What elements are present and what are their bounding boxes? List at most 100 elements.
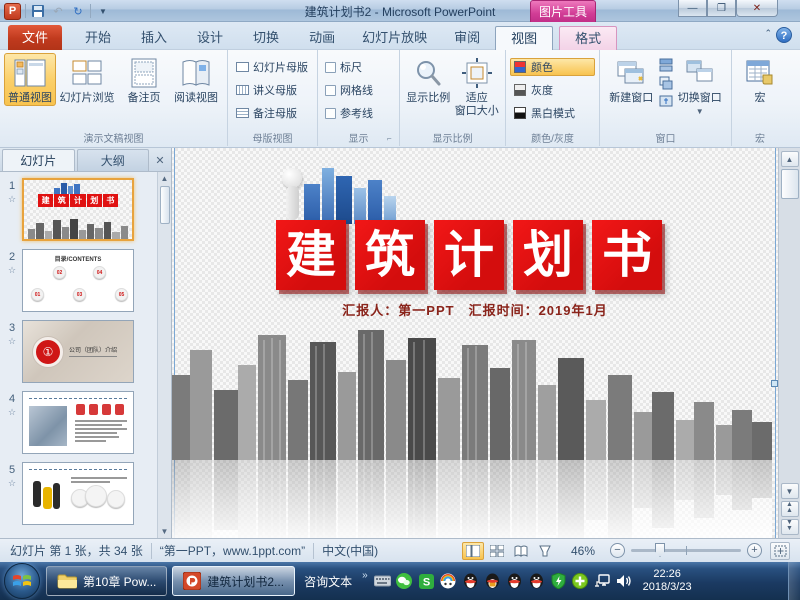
slide-thumbnail-1[interactable]: 1☆ 建筑计划书 xyxy=(2,178,155,241)
tab-view[interactable]: 视图 xyxy=(495,26,553,50)
qq-tray-icon-4[interactable] xyxy=(528,573,545,590)
input-bear-tray-icon[interactable] xyxy=(440,573,457,590)
show-desktop-button[interactable] xyxy=(788,562,800,600)
tab-transitions[interactable]: 切换 xyxy=(238,26,294,50)
thumb4-photo xyxy=(29,406,67,446)
scroll-down-icon[interactable]: ▼ xyxy=(159,525,171,538)
volume-tray-icon[interactable] xyxy=(616,573,633,590)
new-window-button[interactable]: 新建窗口 xyxy=(604,53,659,106)
handout-master-button[interactable]: 讲义母版 xyxy=(232,81,313,99)
show-dialog-launcher-icon[interactable]: ⌐ xyxy=(387,134,397,144)
tray-overflow-icon[interactable]: » xyxy=(362,570,368,581)
tab-file[interactable]: 文件 xyxy=(8,25,62,50)
black-white-button[interactable]: 黑白模式 xyxy=(510,104,595,122)
tab-home[interactable]: 开始 xyxy=(70,26,126,50)
taskbar: 第10章 Pow... 建筑计划书2... 咨询文本 » S xyxy=(0,562,800,600)
editor-scrollbar[interactable]: ▲ ▼ ▲▲ ▼▼ xyxy=(778,148,800,538)
macros-button[interactable]: 宏 xyxy=(736,53,784,106)
notes-page-button[interactable]: 备注页 xyxy=(118,53,170,106)
guides-checkbox-box xyxy=(325,108,336,119)
window-controls: — ❐ ✕ xyxy=(678,0,778,17)
tab-review[interactable]: 审阅 xyxy=(439,26,495,50)
thumb5-textlines xyxy=(71,477,127,485)
taskbar-folder-button[interactable]: 第10章 Pow... xyxy=(46,566,167,596)
cascade-windows-icon[interactable] xyxy=(659,76,673,90)
move-split-icon[interactable] xyxy=(659,94,673,108)
minimize-button[interactable]: — xyxy=(678,0,707,17)
arrange-all-icon[interactable] xyxy=(659,58,673,72)
zoom-out-icon[interactable]: − xyxy=(610,543,625,558)
pane-close-icon[interactable]: ✕ xyxy=(151,151,169,171)
status-bar: 幻灯片 第 1 张，共 34 张 “第一PPT，www.1ppt.com” 中文… xyxy=(0,538,800,562)
language-status[interactable]: 中文(中国) xyxy=(322,542,378,559)
slide-title[interactable]: 建 筑 计 划 书 xyxy=(276,220,662,290)
network-tray-icon[interactable] xyxy=(594,573,611,590)
fit-slide-to-window-icon[interactable] xyxy=(770,542,790,560)
pane-scrollbar[interactable]: ▲ ▼ xyxy=(157,172,171,538)
tab-format[interactable]: 格式 xyxy=(559,26,617,50)
shield-tray-icon[interactable] xyxy=(550,573,567,590)
slide-subtitle[interactable]: 汇报人：第一PPT 汇报时间：2019年1月 xyxy=(232,300,718,319)
previous-slide-icon[interactable]: ▲▲ xyxy=(781,501,799,517)
slide-hero-graphic[interactable] xyxy=(280,162,400,224)
selection-handle-right[interactable] xyxy=(771,380,778,387)
slide-sorter-shortcut[interactable] xyxy=(486,542,508,560)
thumb2-diagram: 01 02 03 04 05 xyxy=(31,266,125,302)
slide-thumbnail-3[interactable]: 3☆ ① 公司（团队）介绍 xyxy=(2,320,155,383)
scroll-up-icon[interactable]: ▲ xyxy=(781,151,799,167)
scroll-up-icon[interactable]: ▲ xyxy=(159,172,171,185)
editor-scroll-thumb[interactable] xyxy=(781,169,799,199)
tab-insert[interactable]: 插入 xyxy=(126,26,182,50)
taskbar-powerpoint-button[interactable]: 建筑计划书2... xyxy=(172,566,295,596)
guides-checkbox[interactable]: 参考线 xyxy=(322,104,395,122)
zoom-track[interactable] xyxy=(631,549,741,552)
reading-view-button[interactable]: 阅读视图 xyxy=(170,53,222,106)
zoom-in-icon[interactable]: + xyxy=(747,543,762,558)
reading-view-shortcut[interactable] xyxy=(510,542,532,560)
qq-tray-icon-1[interactable] xyxy=(462,573,479,590)
slide-canvas[interactable]: 建 筑 计 划 书 汇报人：第一PPT 汇报时间：2019年1月 xyxy=(172,148,778,538)
gridlines-checkbox[interactable]: 网格线 xyxy=(322,81,395,99)
ruler-checkbox[interactable]: 标尺 xyxy=(322,58,395,76)
slide-master-button[interactable]: 幻灯片母版 xyxy=(232,58,313,76)
slide-thumbnail-4[interactable]: 4☆ xyxy=(2,391,155,454)
zoom-percentage[interactable]: 46% xyxy=(564,544,602,558)
tab-slideshow[interactable]: 幻灯片放映 xyxy=(350,26,439,50)
slide-sorter-button[interactable]: 幻灯片浏览 xyxy=(56,53,118,106)
grayscale-button[interactable]: 灰度 xyxy=(510,81,595,99)
taskbar-language-band[interactable]: 咨询文本 xyxy=(304,573,352,590)
switch-windows-button[interactable]: 切换窗口▼ xyxy=(673,53,728,119)
sogou-tray-icon[interactable]: S xyxy=(418,573,435,590)
slideshow-shortcut[interactable] xyxy=(534,542,556,560)
fit-to-window-button[interactable]: 适应窗口大小 xyxy=(453,53,502,119)
tab-design[interactable]: 设计 xyxy=(182,26,238,50)
normal-view-button[interactable]: 普通视图 xyxy=(4,53,56,106)
pane-scroll-thumb[interactable] xyxy=(160,186,170,224)
help-icon[interactable]: ? xyxy=(776,27,792,43)
qq-tray-icon-3[interactable] xyxy=(506,573,523,590)
tab-animations[interactable]: 动画 xyxy=(294,26,350,50)
notes-master-button[interactable]: 备注母版 xyxy=(232,104,313,122)
next-slide-icon[interactable]: ▼▼ xyxy=(781,519,799,535)
color-button[interactable]: 颜色 xyxy=(510,58,595,76)
slide-thumbnail-2[interactable]: 2☆ 目录/CONTENTS 01 02 03 04 05 xyxy=(2,249,155,312)
slide-sorter-icon xyxy=(70,56,104,90)
taskbar-clock[interactable]: 22:26 2018/3/23 xyxy=(643,568,692,594)
zoom-knob[interactable] xyxy=(655,543,665,557)
restore-button[interactable]: ❐ xyxy=(707,0,736,17)
collapse-ribbon-icon[interactable]: ⌃ xyxy=(764,28,772,39)
thumb3-number-badge: ① xyxy=(33,337,63,367)
zoom-button[interactable]: 显示比例 xyxy=(404,53,453,106)
qq-tray-icon-2[interactable] xyxy=(484,573,501,590)
pane-tab-slides[interactable]: 幻灯片 xyxy=(2,149,75,171)
title-char: 筑 xyxy=(355,220,425,290)
normal-view-shortcut[interactable] xyxy=(462,542,484,560)
close-button[interactable]: ✕ xyxy=(736,0,778,17)
pane-tab-outline[interactable]: 大纲 xyxy=(77,149,150,171)
360-tray-icon[interactable] xyxy=(572,573,589,590)
scroll-down-icon[interactable]: ▼ xyxy=(781,483,799,499)
slide-thumbnail-5[interactable]: 5☆ xyxy=(2,462,155,525)
wechat-tray-icon[interactable] xyxy=(396,573,413,590)
start-button[interactable] xyxy=(4,563,40,599)
keyboard-tray-icon[interactable] xyxy=(374,573,391,590)
